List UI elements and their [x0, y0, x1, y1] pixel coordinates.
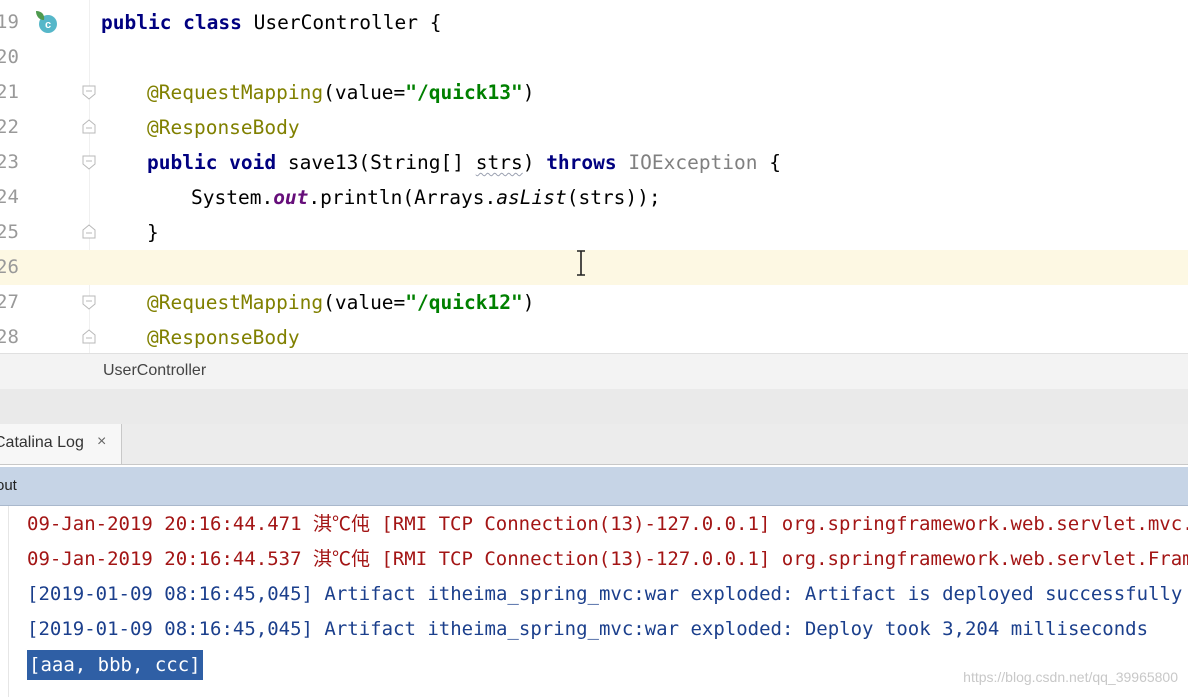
breadcrumb-class[interactable]: UserController — [103, 362, 206, 380]
code-line[interactable]: 24 System.out.println(Arrays.asList(strs)… — [0, 180, 1188, 215]
fold-close-icon[interactable] — [81, 224, 97, 240]
code-token: ) — [522, 291, 535, 314]
code-token: UserController { — [253, 11, 442, 34]
code-editor[interactable]: 19 public class UserController { 20 21 @Requ… — [0, 0, 1188, 353]
code-token: public void — [147, 151, 288, 174]
code-text[interactable]: @ResponseBody — [147, 320, 300, 353]
code-token: out — [273, 186, 309, 209]
text-cursor-icon — [577, 250, 585, 276]
line-number[interactable]: 28 — [0, 320, 20, 353]
code-token: "/quick13" — [405, 81, 523, 104]
breadcrumb[interactable]: UserController — [0, 353, 1188, 390]
code-token: @RequestMapping — [147, 81, 324, 104]
code-token: .println(Arrays. — [308, 186, 497, 209]
code-line[interactable]: 27 @RequestMapping(value="/quick12") — [0, 285, 1188, 320]
svg-text:c: c — [45, 19, 51, 31]
tab-catalina-log[interactable]: Catalina Log × — [0, 424, 122, 464]
line-number[interactable]: 24 — [0, 180, 20, 215]
code-line[interactable]: 19 public class UserController { — [0, 5, 1188, 40]
class-icon[interactable]: c — [33, 8, 61, 36]
fold-open-icon[interactable] — [81, 294, 97, 310]
code-token: ) — [522, 151, 547, 174]
code-text[interactable]: public class UserController { — [101, 5, 441, 40]
code-text[interactable]: @ResponseBody — [147, 110, 300, 145]
code-token: throws — [546, 151, 629, 174]
code-text[interactable]: @RequestMapping(value="/quick13") — [147, 75, 534, 110]
console-line[interactable]: 09-Jan-2019 20:16:44.471 淇℃伅 [RMI TCP Co… — [27, 507, 1188, 542]
fold-open-icon[interactable] — [81, 154, 97, 170]
line-number[interactable]: 21 — [0, 75, 20, 110]
code-token: IOException — [628, 151, 758, 174]
code-text[interactable]: @RequestMapping(value="/quick12") — [147, 285, 534, 320]
line-number[interactable]: 26 — [0, 250, 20, 285]
code-line[interactable]: 28 @ResponseBody — [0, 320, 1188, 353]
watermark: https://blog.csdn.net/qq_39965800 — [963, 669, 1178, 685]
code-line[interactable]: 25} — [0, 215, 1188, 250]
code-line[interactable]: 23 public void save13(String[] strs) thro… — [0, 145, 1188, 180]
console-line-selected[interactable]: [aaa, bbb, ccc] — [27, 650, 203, 680]
code-token: save13(String[] — [287, 151, 476, 174]
console-gutter — [8, 506, 9, 697]
code-text[interactable]: } — [147, 215, 159, 250]
code-text[interactable]: public void save13(String[] strs) throws… — [147, 145, 781, 180]
code-line[interactable]: 21 @RequestMapping(value="/quick13") — [0, 75, 1188, 110]
toolbar-gap — [0, 389, 1188, 424]
code-token: asList — [496, 186, 567, 209]
console-line[interactable]: [2019-01-09 08:16:45,045] Artifact ithei… — [27, 612, 1148, 647]
code-token: (value= — [323, 291, 406, 314]
code-token: ) — [522, 81, 535, 104]
code-token: (strs)); — [566, 186, 661, 209]
console-line[interactable]: 09-Jan-2019 20:16:44.537 淇℃伅 [RMI TCP Co… — [27, 542, 1188, 577]
fold-close-icon[interactable] — [81, 329, 97, 345]
code-token: strs — [475, 151, 523, 174]
fold-open-icon[interactable] — [81, 84, 97, 100]
code-token: { — [757, 151, 781, 174]
code-token: (value= — [323, 81, 406, 104]
code-token: @ResponseBody — [147, 116, 300, 139]
line-number[interactable]: 19 — [0, 5, 20, 40]
line-number[interactable]: 20 — [0, 40, 20, 75]
line-number[interactable]: 27 — [0, 285, 20, 320]
code-token: } — [147, 221, 159, 244]
close-icon[interactable]: × — [97, 433, 106, 451]
code-token: @ResponseBody — [147, 326, 300, 349]
code-token: @RequestMapping — [147, 291, 324, 314]
console-line[interactable]: [2019-01-09 08:16:45,045] Artifact ithei… — [27, 577, 1182, 612]
code-token: System. — [191, 186, 274, 209]
fold-close-icon[interactable] — [81, 119, 97, 135]
output-header: out — [0, 467, 1188, 506]
tool-tab-bar: Catalina Log × — [0, 424, 1188, 465]
line-number[interactable]: 23 — [0, 145, 20, 180]
code-token: public class — [101, 11, 254, 34]
code-line[interactable]: 22 @ResponseBody — [0, 110, 1188, 145]
line-number[interactable]: 22 — [0, 110, 20, 145]
tab-label: Catalina Log — [0, 434, 84, 451]
code-line[interactable]: 20 — [0, 40, 1188, 75]
output-header-label: out — [0, 477, 17, 494]
line-number[interactable]: 25 — [0, 215, 20, 250]
code-line[interactable]: 26 — [0, 250, 1188, 285]
code-text[interactable]: System.out.println(Arrays.asList(strs)); — [191, 180, 661, 215]
code-token: "/quick12" — [405, 291, 523, 314]
